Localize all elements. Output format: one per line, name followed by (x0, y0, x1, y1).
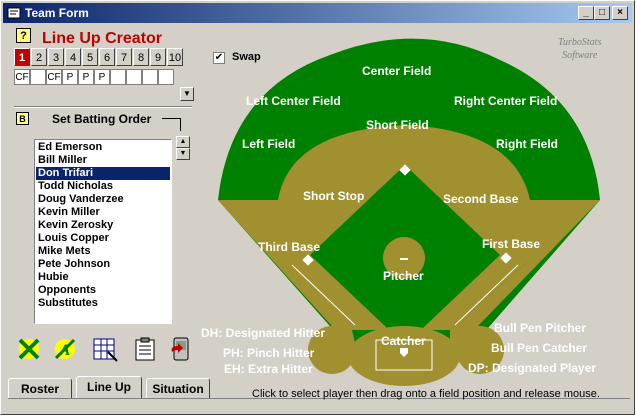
player-list-item[interactable]: Louis Copper (36, 232, 170, 245)
lineup-number-1[interactable]: 1 (14, 48, 30, 66)
label-designated-hitter[interactable]: DH: Designated Hitter (201, 326, 325, 340)
label-center-field[interactable]: Center Field (362, 64, 431, 78)
section-divider (14, 106, 192, 108)
batting-badge[interactable]: B (16, 112, 29, 125)
tab-roster[interactable]: Roster (8, 378, 72, 398)
lineup-scroll-down-button[interactable]: ▼ (180, 87, 194, 101)
swap-checkbox[interactable]: ✔ (213, 52, 225, 64)
lineup-number-6[interactable]: 6 (99, 48, 115, 66)
label-left-field[interactable]: Left Field (242, 137, 295, 151)
pitchers-rubber (400, 258, 408, 260)
label-pinch-hitter[interactable]: PH: Pinch Hitter (223, 346, 314, 360)
player-list-item[interactable]: Kevin Miller (36, 206, 170, 219)
label-designated-player[interactable]: DP: Designated Player (468, 361, 596, 375)
label-second-base[interactable]: Second Base (443, 192, 518, 206)
label-short-field[interactable]: Short Field (366, 118, 429, 132)
player-list-item[interactable]: Kevin Zerosky (36, 219, 170, 232)
lineup-number-3[interactable]: 3 (48, 48, 64, 66)
player-list-item[interactable]: Opponents (36, 284, 170, 297)
lineup-position-4[interactable]: P (62, 69, 78, 85)
lineup-number-8[interactable]: 8 (133, 48, 149, 66)
swap-label: Swap (232, 51, 261, 63)
player-list-item[interactable]: Todd Nicholas (36, 180, 170, 193)
label-pitcher[interactable]: Pitcher (383, 269, 424, 283)
player-list-item[interactable]: Doug Vanderzee (36, 193, 170, 206)
player-list-item[interactable]: Pete Johnson (36, 258, 170, 271)
move-down-button[interactable]: ▼ (176, 148, 190, 160)
label-short-stop[interactable]: Short Stop (303, 189, 364, 203)
label-left-center-field[interactable]: Left Center Field (246, 94, 341, 108)
label-right-center-field[interactable]: Right Center Field (454, 94, 557, 108)
player-list-item[interactable]: Hubie (36, 271, 170, 284)
label-bull-pen-catcher[interactable]: Bull Pen Catcher (491, 341, 587, 355)
lineup-position-8[interactable] (126, 69, 142, 85)
lineup-number-7[interactable]: 7 (116, 48, 132, 66)
lineup-position-5[interactable]: P (78, 69, 94, 85)
baseball-bats-icon[interactable] (16, 336, 42, 362)
lineup-number-2[interactable]: 2 (31, 48, 47, 66)
player-list-item[interactable]: Mike Mets (36, 245, 170, 258)
help-icon[interactable]: ? (16, 28, 31, 43)
lineup-position-1[interactable]: CF (14, 69, 30, 85)
lineup-number-4[interactable]: 4 (65, 48, 81, 66)
label-first-base[interactable]: First Base (482, 237, 540, 251)
clipboard-icon[interactable] (132, 336, 158, 362)
spreadsheet-icon[interactable] (92, 336, 118, 362)
player-list[interactable]: Ed Emerson Bill Miller Don Trifari Todd Nic… (34, 139, 172, 324)
tab-line-up[interactable]: Line Up (76, 376, 142, 399)
batting-bracket (162, 118, 181, 131)
player-list-item[interactable]: Bill Miller (36, 154, 170, 167)
palm-device-icon[interactable] (168, 336, 194, 362)
brand-line1: TurboStats (558, 37, 602, 48)
lineup-position-6[interactable]: P (94, 69, 110, 85)
lineup-position-3[interactable]: CF (46, 69, 62, 85)
brand-logo: TurboStats Software (558, 36, 601, 62)
player-list-item[interactable]: Ed Emerson (36, 141, 170, 154)
lineup-position-2[interactable] (30, 69, 46, 85)
page-title: Line Up Creator (42, 30, 163, 47)
player-list-item[interactable]: Don Trifari (36, 167, 170, 180)
lineup-position-9[interactable] (142, 69, 158, 85)
lineup-position-7[interactable] (110, 69, 126, 85)
label-right-field[interactable]: Right Field (496, 137, 558, 151)
move-up-button[interactable]: ▲ (176, 136, 190, 148)
lineup-number-10[interactable]: 10 (167, 48, 183, 66)
lineup-number-9[interactable]: 9 (150, 48, 166, 66)
auto-lineup-icon[interactable]: A (52, 336, 78, 362)
label-bull-pen-pitcher[interactable]: Bull Pen Pitcher (494, 321, 586, 335)
tab-situation[interactable]: Situation (146, 378, 210, 398)
lineup-position-10[interactable] (158, 69, 174, 85)
player-list-item[interactable]: Substitutes (36, 297, 170, 310)
label-catcher[interactable]: Catcher (381, 334, 426, 348)
set-batting-order-label: Set Batting Order (52, 112, 152, 126)
label-extra-hitter[interactable]: EH: Extra Hitter (224, 362, 313, 376)
label-third-base[interactable]: Third Base (258, 240, 320, 254)
status-text: Click to select player then drag onto a … (252, 388, 600, 400)
brand-line2: Software (562, 50, 598, 61)
lineup-number-5[interactable]: 5 (82, 48, 98, 66)
